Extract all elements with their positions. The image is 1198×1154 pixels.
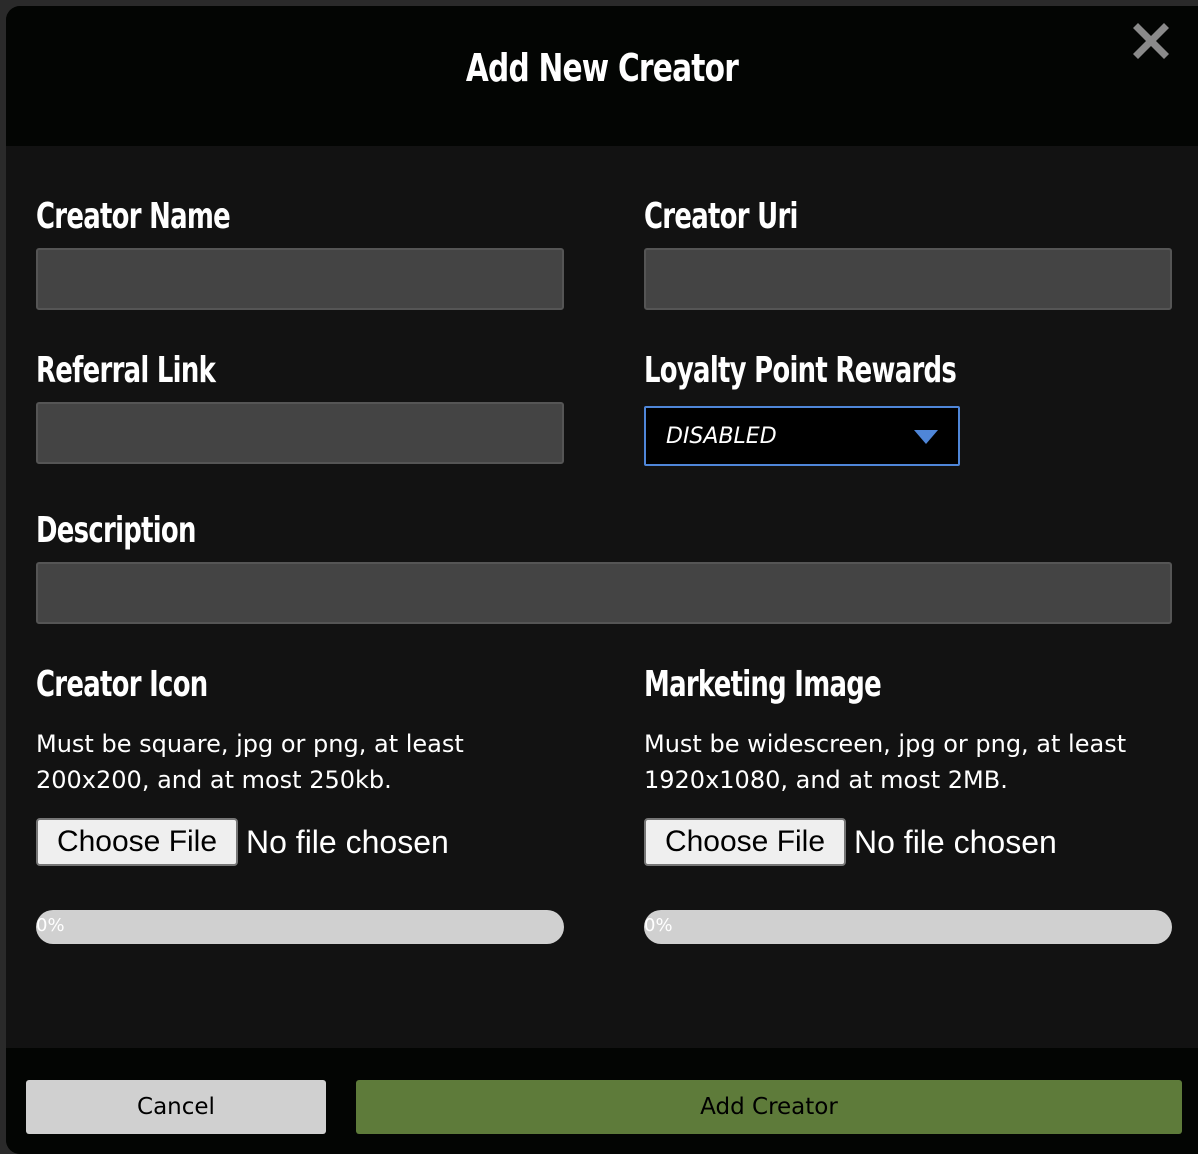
- marketing-image-help: Must be widescreen, jpg or png, at least…: [644, 726, 1184, 798]
- dropdown-arrow-icon: [914, 430, 938, 444]
- creator-icon-progress-bar: 0%: [36, 910, 564, 944]
- creator-icon-label: Creator Icon: [36, 664, 208, 705]
- marketing-image-label: Marketing Image: [644, 664, 882, 705]
- referral-link-label: Referral Link: [36, 350, 216, 391]
- loyalty-point-rewards-label: Loyalty Point Rewards: [644, 350, 957, 391]
- creator-name-input[interactable]: [36, 248, 564, 310]
- creator-uri-input[interactable]: [644, 248, 1172, 310]
- creator-icon-help-line1: Must be square, jpg or png, at least: [36, 730, 464, 758]
- creator-icon-help-line2: 200x200, and at most 250kb.: [36, 766, 392, 794]
- creator-icon-help: Must be square, jpg or png, at least 200…: [36, 726, 576, 798]
- marketing-image-choose-file-button[interactable]: Choose File: [644, 818, 846, 866]
- add-creator-modal: Add New Creator Creator Name Creator Uri…: [6, 6, 1198, 1154]
- creator-uri-label: Creator Uri: [644, 196, 798, 237]
- referral-link-input[interactable]: [36, 402, 564, 464]
- loyalty-select-value: DISABLED: [666, 424, 777, 449]
- marketing-image-progress-bar: 0%: [644, 910, 1172, 944]
- cancel-button[interactable]: Cancel: [26, 1080, 326, 1134]
- marketing-image-file-status: No file chosen: [854, 824, 1057, 860]
- description-label: Description: [36, 510, 196, 551]
- add-creator-button[interactable]: Add Creator: [356, 1080, 1182, 1134]
- creator-icon-file-status: No file chosen: [246, 824, 449, 860]
- modal-footer: Cancel Add Creator: [6, 1048, 1198, 1154]
- close-x-icon[interactable]: [1128, 18, 1174, 64]
- creator-icon-choose-file-button[interactable]: Choose File: [36, 818, 238, 866]
- modal-header: Add New Creator: [6, 6, 1198, 146]
- creator-icon-progress-text: 0%: [36, 915, 65, 936]
- marketing-image-progress-text: 0%: [644, 915, 673, 936]
- loyalty-point-rewards-select[interactable]: DISABLED: [644, 406, 960, 466]
- creator-name-label: Creator Name: [36, 196, 231, 237]
- marketing-image-help-line1: Must be widescreen, jpg or png, at least: [644, 730, 1127, 758]
- marketing-image-help-line2: 1920x1080, and at most 2MB.: [644, 766, 1008, 794]
- modal-title: Add New Creator: [465, 46, 739, 90]
- description-input[interactable]: [36, 562, 1172, 624]
